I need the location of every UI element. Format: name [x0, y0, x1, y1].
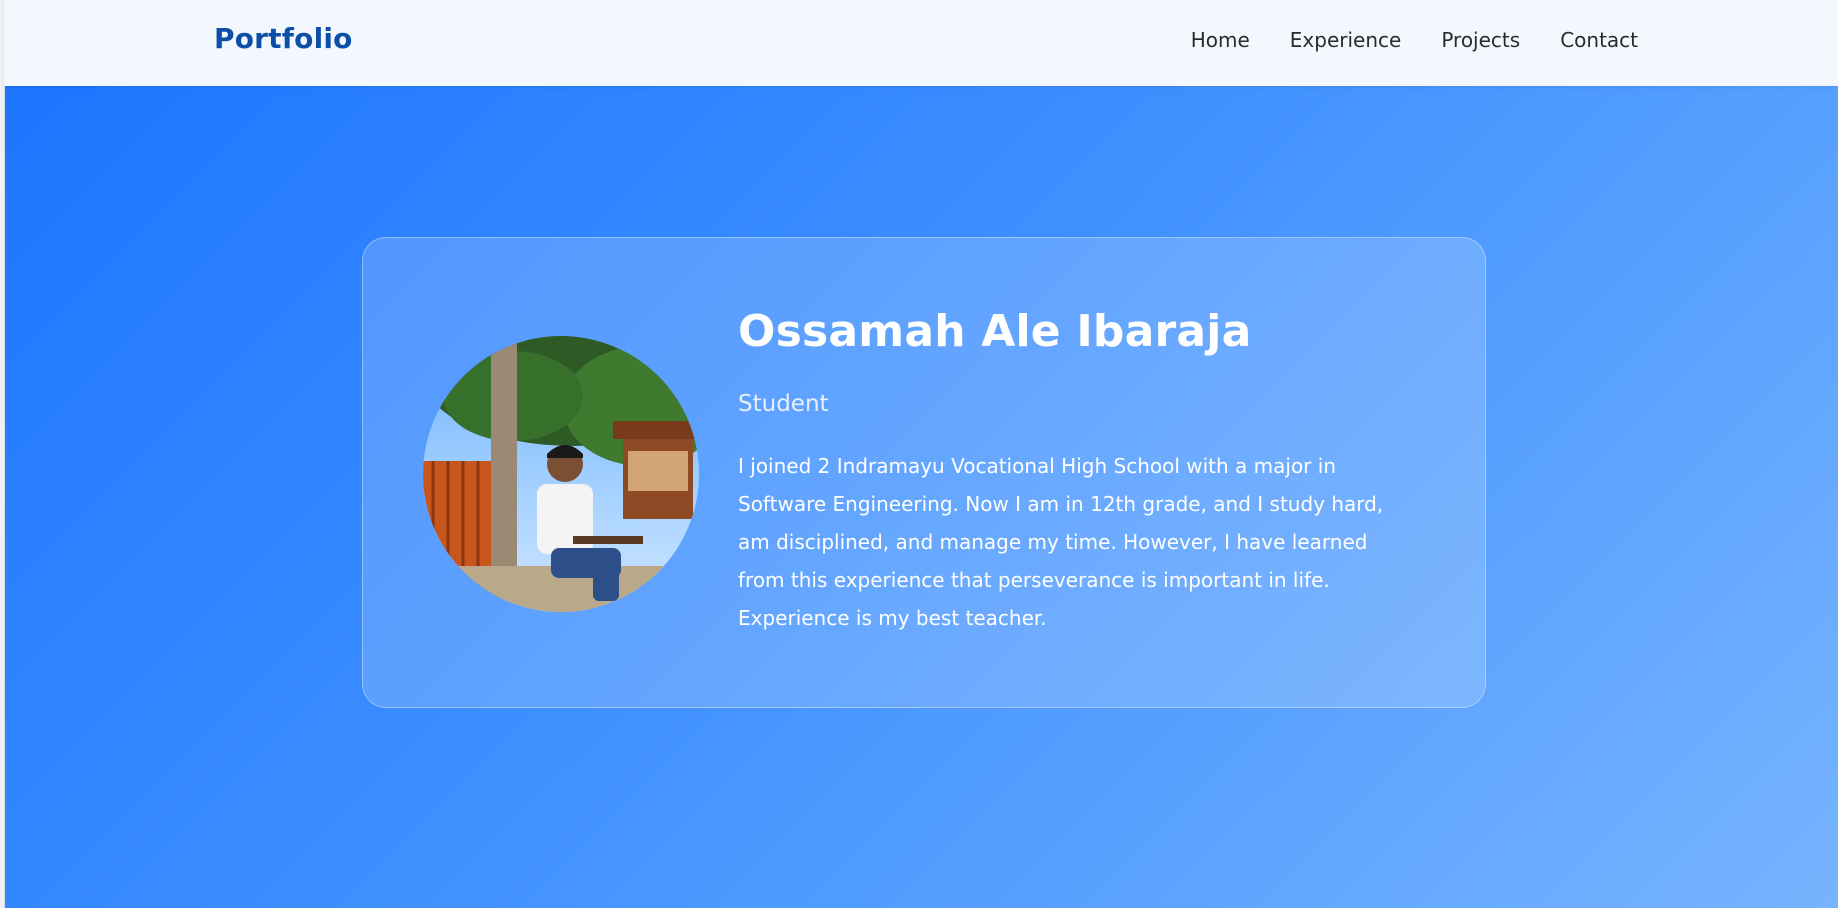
profile-role: Student	[738, 391, 829, 417]
profile-name: Ossamah Ale Ibaraja	[738, 306, 1252, 357]
nav-link-experience[interactable]: Experience	[1290, 28, 1402, 52]
nav-link-projects[interactable]: Projects	[1441, 28, 1520, 52]
navbar: Portfolio Home Experience Projects Conta…	[4, 0, 1838, 86]
window-edge	[0, 0, 5, 908]
nav-link-home[interactable]: Home	[1191, 28, 1250, 52]
avatar	[423, 336, 699, 612]
profile-bio: I joined 2 Indramayu Vocational High Sch…	[738, 454, 1384, 630]
profile-card: Ossamah Ale Ibaraja Student I joined 2 I…	[362, 237, 1486, 708]
page: Portfolio Home Experience Projects Conta…	[0, 0, 1838, 908]
brand-logo[interactable]: Portfolio	[214, 22, 353, 55]
profile-photo	[423, 336, 699, 612]
profile-info: Ossamah Ale Ibaraja Student I joined 2 I…	[738, 306, 1438, 657]
nav-menu: Home Experience Projects Contact	[1191, 28, 1638, 52]
nav-link-contact[interactable]: Contact	[1560, 28, 1638, 52]
